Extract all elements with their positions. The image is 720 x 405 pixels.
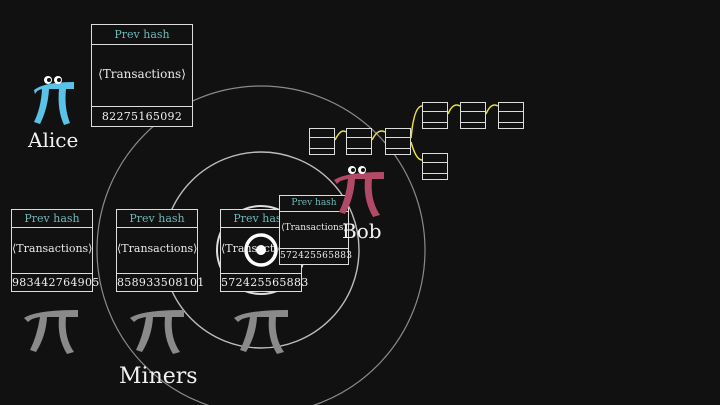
miner-pi-icon bbox=[130, 310, 184, 354]
bob-pi-icon bbox=[334, 166, 384, 217]
alice-label: Alice bbox=[28, 128, 79, 152]
miner-pi-icon bbox=[234, 310, 288, 354]
characters-layer bbox=[24, 76, 384, 354]
alice-pi-icon bbox=[34, 76, 74, 125]
bob-label: Bob bbox=[342, 219, 382, 243]
miner-pi-icon bbox=[24, 310, 78, 354]
miners-label: Miners bbox=[119, 364, 198, 389]
